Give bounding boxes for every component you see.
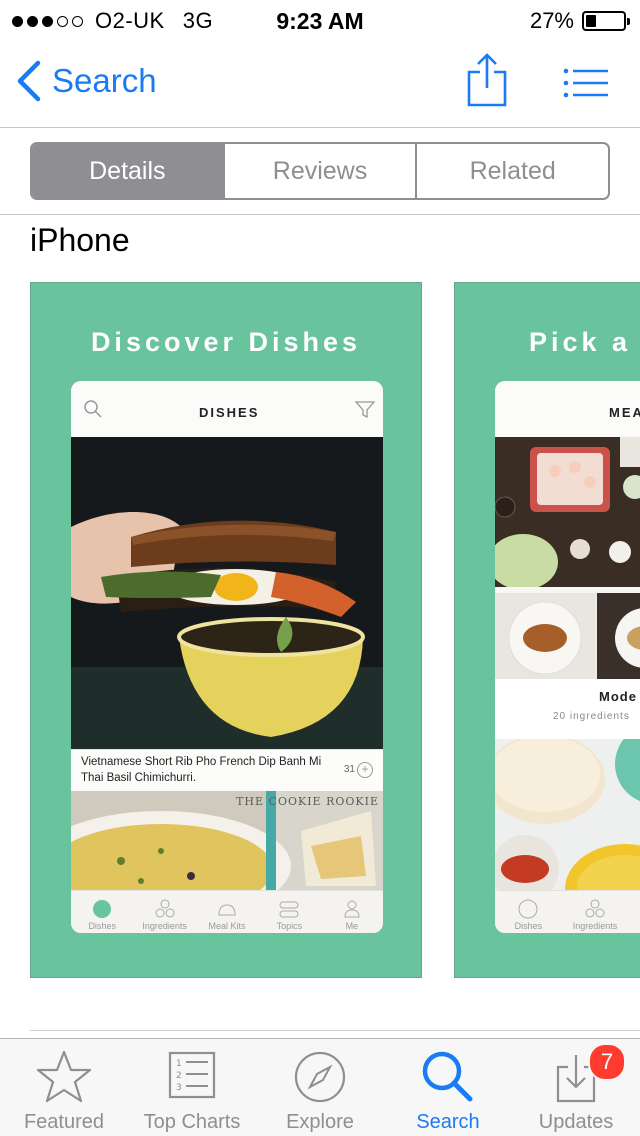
phone-tab-bar: Dishes Ingredients Me bbox=[495, 890, 640, 933]
meal-kit-title: Mode bbox=[599, 689, 637, 704]
phone-tab-label: Ingredients bbox=[572, 921, 618, 931]
person-icon bbox=[344, 900, 360, 918]
sandwich-photo bbox=[71, 437, 383, 749]
phone-tab-label: Meal Kits bbox=[208, 921, 246, 931]
tab-label: Featured bbox=[23, 1111, 105, 1133]
phone-mockup: DISHES Vietnamese Short Rib Pho French D… bbox=[71, 381, 383, 933]
segmented-control: Details Reviews Related bbox=[30, 142, 610, 200]
svg-text:1: 1 bbox=[176, 1059, 182, 1069]
phone-tab-bar: Dishes Ingredients Meal Kits Topics Me bbox=[71, 890, 383, 933]
ingredients-photo bbox=[495, 437, 640, 587]
back-button-label: Search bbox=[52, 62, 157, 99]
dishes-icon bbox=[518, 899, 538, 919]
tortilla-illustration bbox=[495, 739, 640, 891]
tortilla-photo bbox=[495, 739, 640, 891]
tab-label: Top Charts bbox=[143, 1111, 241, 1133]
filter-icon bbox=[355, 401, 375, 419]
meal-kit-subtitle: 20 ingredients bbox=[553, 711, 630, 722]
ingredients-illustration bbox=[495, 437, 640, 587]
phone-title: MEA bbox=[609, 405, 640, 420]
phone-tab-ingredients: Ingredients bbox=[562, 891, 629, 933]
ingredients-icon bbox=[155, 899, 175, 918]
phone-tab-label: Ingredients bbox=[142, 921, 187, 931]
tab-details[interactable]: Details bbox=[32, 144, 223, 198]
section-title: iPhone bbox=[30, 222, 130, 258]
watermark: THE COOKIE ROOKIE bbox=[236, 795, 379, 808]
tab-updates[interactable]: 7 Updates bbox=[512, 1039, 640, 1136]
phone-tab-me: Me bbox=[628, 891, 640, 933]
share-icon bbox=[467, 53, 507, 107]
compass-icon bbox=[294, 1051, 346, 1103]
dish-name: Vietnamese Short Rib Pho French Dip Banh… bbox=[81, 756, 322, 784]
svg-text:3: 3 bbox=[176, 1083, 182, 1093]
share-button[interactable] bbox=[466, 52, 508, 113]
tab-bar: Featured 1 2 3 Top Charts Explore Search bbox=[0, 1038, 640, 1136]
svg-text:2: 2 bbox=[176, 1071, 182, 1081]
tab-label: Search bbox=[416, 1111, 480, 1133]
topics-icon bbox=[279, 901, 299, 918]
phone-tab-label: Topics bbox=[276, 921, 303, 931]
list-button[interactable] bbox=[563, 68, 609, 103]
phone-tab-dishes: Dishes bbox=[495, 891, 562, 933]
add-icon[interactable]: + bbox=[357, 762, 373, 778]
tab-featured[interactable]: Featured bbox=[0, 1039, 128, 1136]
phone-tab-topics: Topics bbox=[258, 891, 320, 933]
ingredients-icon bbox=[585, 899, 605, 918]
divider bbox=[30, 1030, 640, 1031]
phone-tab-dishes: Dishes bbox=[71, 891, 133, 933]
phone-header: DISHES bbox=[71, 381, 383, 438]
phone-tab-ingredients: Ingredients bbox=[133, 891, 195, 933]
meal-kits-icon bbox=[218, 904, 236, 916]
tab-label: Updates bbox=[538, 1111, 614, 1133]
dish-photos bbox=[495, 593, 640, 679]
tab-label: Explore bbox=[286, 1111, 354, 1133]
phone-title: DISHES bbox=[199, 405, 260, 420]
tab-reviews[interactable]: Reviews bbox=[222, 144, 416, 198]
phone-tab-label: Dishes bbox=[514, 921, 543, 931]
phone-tab-label: Dishes bbox=[88, 921, 116, 931]
meal-kit-info: Mode 20 ingredients bbox=[495, 679, 640, 739]
tab-explore[interactable]: Explore bbox=[256, 1039, 384, 1136]
list-icon bbox=[563, 68, 608, 98]
back-button[interactable]: Search bbox=[16, 60, 157, 102]
tab-search[interactable]: Search bbox=[384, 1039, 512, 1136]
navigation-bar: Search bbox=[0, 40, 640, 128]
battery-fill bbox=[586, 15, 596, 27]
battery-percent: 27% bbox=[529, 8, 574, 33]
app-screenshot[interactable]: Discover Dishes DISHES Vietnamese Short … bbox=[30, 282, 422, 978]
search-icon bbox=[422, 1051, 473, 1102]
dishes-icon bbox=[93, 900, 112, 918]
search-icon bbox=[84, 400, 102, 418]
sandwich-illustration bbox=[71, 437, 383, 749]
phone-tab-meal-kits: Meal Kits bbox=[196, 891, 258, 933]
update-count-badge: 7 bbox=[588, 1043, 626, 1081]
phone-mockup: MEA bbox=[495, 381, 640, 933]
top-charts-icon: 1 2 3 bbox=[168, 1051, 216, 1099]
dish-caption[interactable]: Vietnamese Short Rib Pho French Dip Banh… bbox=[71, 749, 383, 791]
dish-illustration bbox=[495, 593, 640, 679]
tab-top-charts[interactable]: 1 2 3 Top Charts bbox=[128, 1039, 256, 1136]
like-count: 31 bbox=[343, 764, 355, 775]
phone-tab-me: Me bbox=[321, 891, 383, 933]
battery-icon bbox=[582, 11, 630, 31]
battery-tip bbox=[627, 18, 630, 25]
star-icon bbox=[36, 1050, 92, 1103]
status-bar: O2-UK 3G 9:23 AM 27% bbox=[0, 0, 640, 40]
phone-tab-label: Me bbox=[345, 921, 359, 931]
divider bbox=[0, 214, 640, 215]
screenshot-title: Discover Dishes bbox=[90, 327, 362, 357]
app-screenshot[interactable]: Pick a MEA bbox=[454, 282, 640, 978]
phone-header: MEA bbox=[495, 381, 640, 438]
battery-indicator: 27% bbox=[529, 8, 630, 34]
screenshot-title: Pick a bbox=[529, 327, 632, 357]
chevron-left-icon bbox=[17, 60, 41, 102]
tab-related[interactable]: Related bbox=[415, 144, 608, 198]
frittata-photo: THE COOKIE ROOKIE bbox=[71, 791, 383, 891]
